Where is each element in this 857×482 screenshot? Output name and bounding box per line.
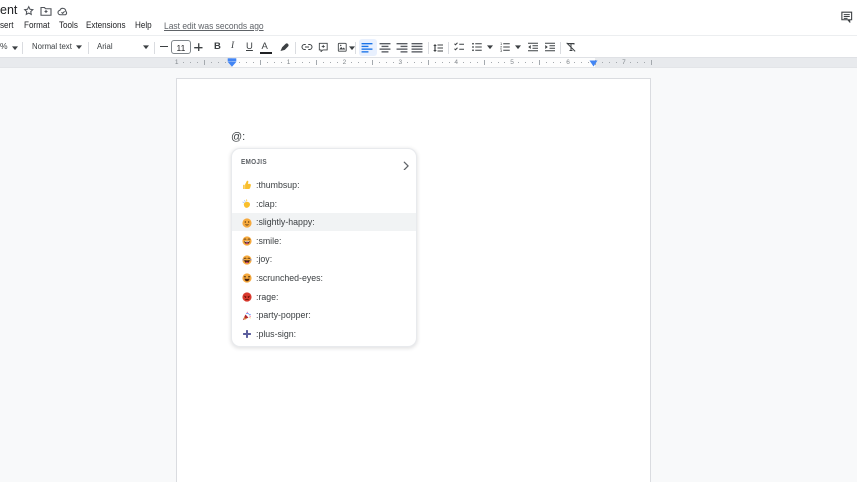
svg-text:3: 3 — [500, 48, 503, 53]
